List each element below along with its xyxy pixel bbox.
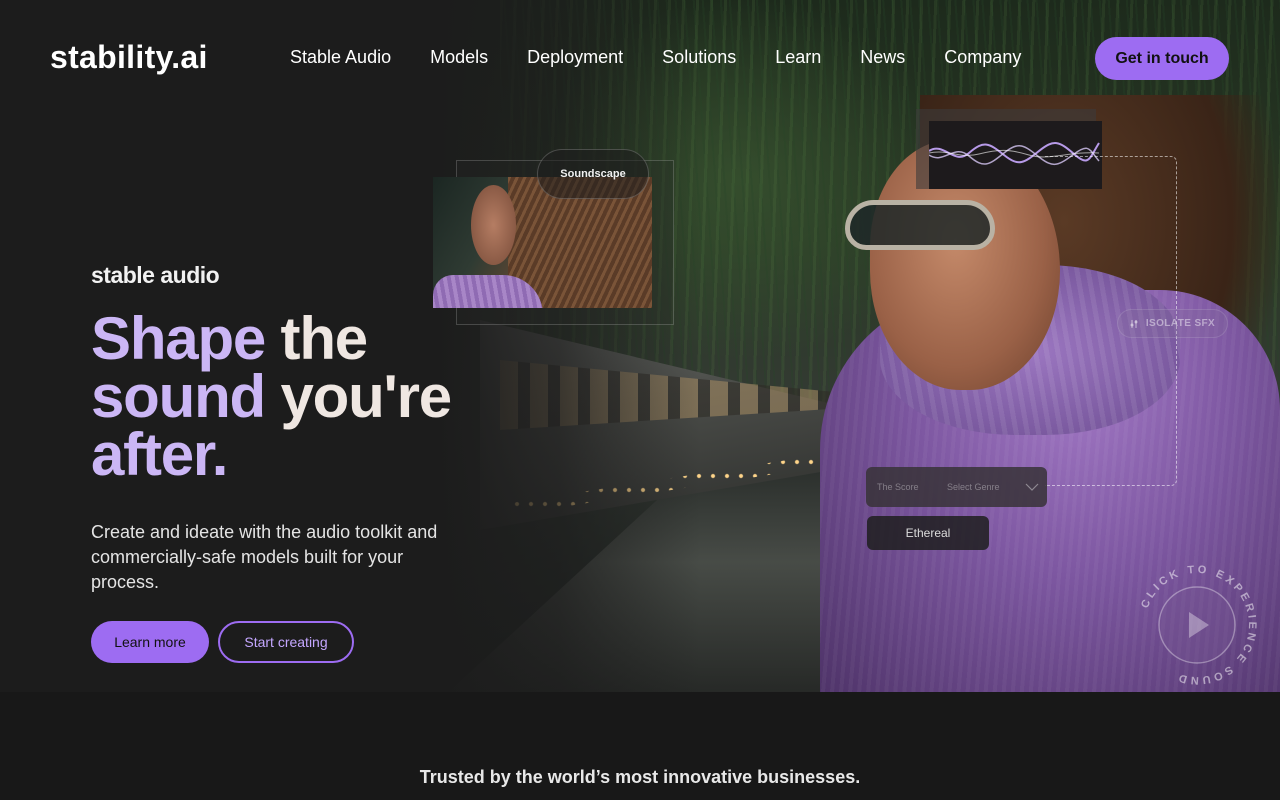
headline-accent-2: sound bbox=[91, 363, 266, 430]
hero-headline: Shape the sound you're after. bbox=[91, 309, 511, 485]
genre-select-label: Select Genre bbox=[947, 482, 1000, 492]
learn-more-button[interactable]: Learn more bbox=[91, 621, 209, 663]
genre-select: The Score Select Genre bbox=[866, 467, 1047, 507]
headline-rest-1: the bbox=[265, 305, 369, 372]
start-creating-button[interactable]: Start creating bbox=[218, 621, 354, 663]
nav-item-models[interactable]: Models bbox=[430, 47, 488, 68]
hero-text: stable audio Shape the sound you're afte… bbox=[91, 262, 511, 595]
headline-line-3: after. bbox=[91, 425, 511, 485]
nav-item-news[interactable]: News bbox=[860, 47, 905, 68]
nav-links: Stable Audio Models Deployment Solutions… bbox=[290, 47, 1060, 68]
nav-item-solutions[interactable]: Solutions bbox=[662, 47, 736, 68]
nav-item-deployment[interactable]: Deployment bbox=[527, 47, 623, 68]
headline-line-2: sound you're bbox=[91, 367, 511, 427]
trusted-heading: Trusted by the world’s most innovative b… bbox=[419, 767, 861, 787]
headline-accent-1: Shape bbox=[91, 305, 266, 372]
soundscape-tag: Soundscape bbox=[537, 149, 649, 199]
thumbnail-ear bbox=[471, 185, 516, 265]
headline-rest-2: you're bbox=[264, 363, 452, 430]
headline-accent-3: after. bbox=[91, 421, 228, 488]
logo[interactable]: stability.ai bbox=[50, 39, 208, 76]
chevron-down-icon bbox=[1025, 480, 1039, 494]
top-navigation: stability.ai Stable Audio Models Deploym… bbox=[0, 0, 1280, 116]
isolate-sfx-label: ISOLATE SFX bbox=[1145, 318, 1216, 329]
product-label: stable audio bbox=[91, 262, 220, 288]
sliders-icon bbox=[1130, 319, 1138, 328]
sunglasses bbox=[845, 200, 995, 250]
hero-buttons: Learn more Start creating bbox=[91, 621, 354, 663]
isolate-sfx-tag: ISOLATE SFX bbox=[1117, 309, 1228, 338]
genre-score-label: The Score bbox=[877, 482, 919, 492]
nav-item-learn[interactable]: Learn bbox=[775, 47, 821, 68]
experience-sound-badge[interactable]: CLICK TO EXPERIENCE SOUND bbox=[1137, 562, 1257, 688]
hero-subtext: Create and ideate with the audio toolkit… bbox=[91, 522, 438, 592]
headline-line-1: Shape the bbox=[91, 309, 511, 369]
ethereal-tag: Ethereal bbox=[867, 516, 989, 550]
nav-item-company[interactable]: Company bbox=[944, 47, 1021, 68]
nav-item-stable-audio[interactable]: Stable Audio bbox=[290, 47, 391, 68]
get-in-touch-button[interactable]: Get in touch bbox=[1095, 37, 1229, 80]
